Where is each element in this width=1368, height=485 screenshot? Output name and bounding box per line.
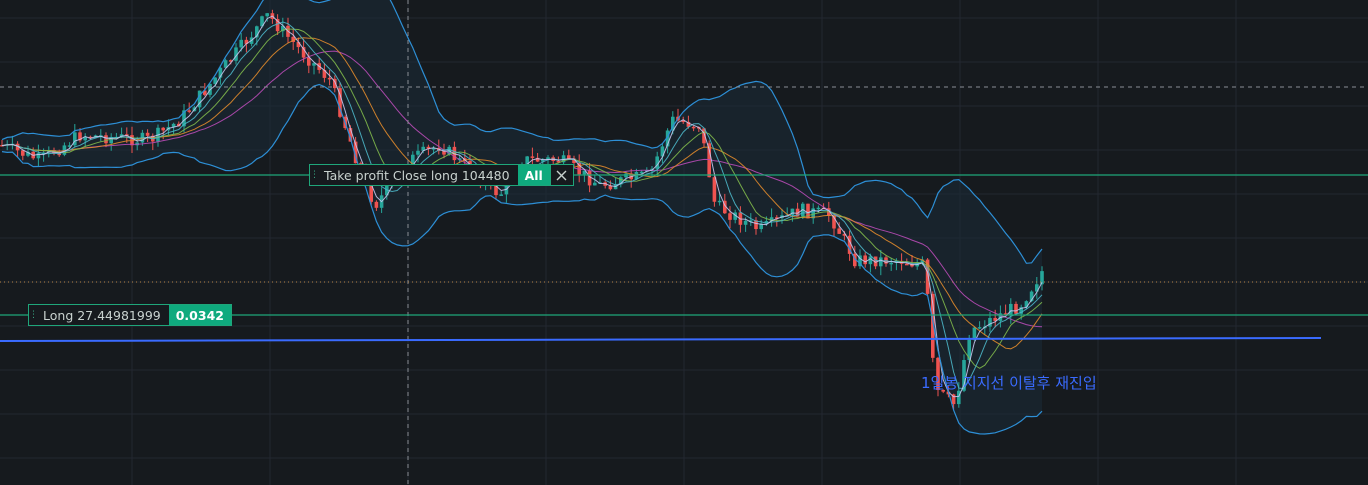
grip-dots-icon[interactable]: ⋮ [310,165,319,185]
candle-body [977,327,982,329]
candle-body [868,256,873,265]
support-trendline [0,337,1322,342]
close-icon[interactable] [549,165,573,185]
candle-body [1009,303,1013,316]
candle-body [161,127,165,131]
candle-body [1014,303,1018,314]
candle-body [307,57,311,66]
candle-body [712,177,717,202]
candle-body [728,213,732,220]
candle-body [593,182,597,186]
candle-body [879,257,883,267]
take-profit-order-tag[interactable]: ⋮ Take profit Close long 104480 All [309,164,574,186]
grid-lines [0,0,1368,485]
candle-body [816,207,821,210]
long-position-label: Long 27.44981999 [43,307,161,323]
candle-body [104,135,108,144]
candle-body [239,39,243,48]
candle-body [530,156,535,158]
candle-body [889,262,893,265]
candle-body [717,200,722,203]
candle-body [187,110,191,112]
chart-annotation-text[interactable]: 1일봉 지지선 이탈후 재진입 [921,372,1097,393]
candle-body [416,150,420,155]
candle-body [36,153,41,159]
candle-body [499,194,503,196]
all-button[interactable]: All [517,165,550,185]
candle-body [265,13,269,17]
take-profit-label: Take profit Close long 104480 [324,167,510,183]
long-position-tag[interactable]: ⋮ Long 27.44981999 0.0342 [28,304,232,326]
price-chart[interactable] [0,0,1368,485]
bollinger-band-area [2,0,1042,434]
pnl-value: 0.0342 [168,305,231,325]
candle-body [743,220,748,225]
candle-body [837,228,841,234]
candle-body [327,77,332,80]
candle-body [863,255,867,265]
bollinger-band-fill [2,0,1042,434]
candle-body [145,132,150,136]
candle-body [374,201,379,208]
candle-body [905,263,909,266]
grip-dots-icon[interactable]: ⋮ [29,305,38,325]
candle-body [691,126,696,129]
candle-body [567,155,571,159]
candle-body [988,317,992,327]
candle-body [639,171,644,174]
chart-area[interactable]: ⋮ Take profit Close long 104480 All ⋮ Lo… [0,0,1368,485]
